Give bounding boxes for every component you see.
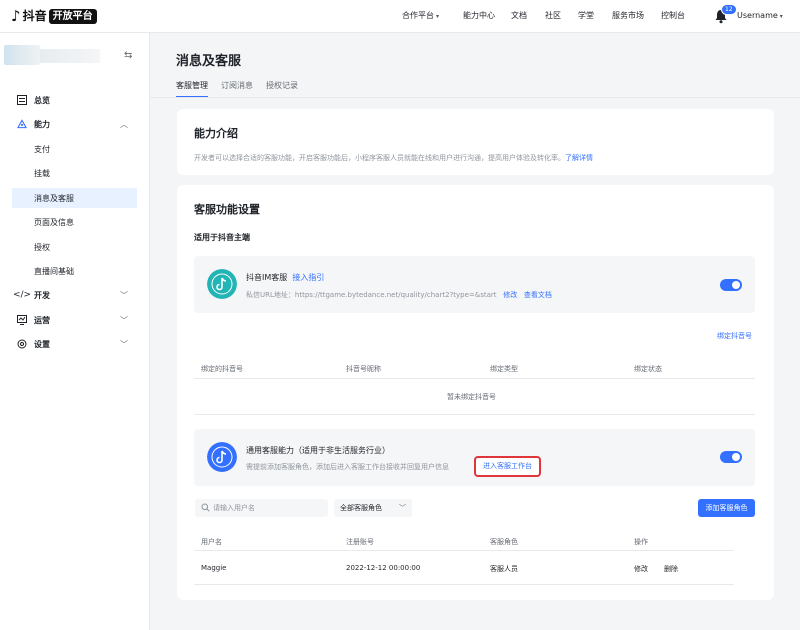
sidebar-item-overview[interactable]: 总览 — [0, 90, 150, 110]
tab-authorization-record[interactable]: 授权记录 — [266, 80, 298, 98]
delete-staff-link[interactable]: 删除 — [664, 564, 678, 574]
chevron-down-icon: ﹀ — [120, 290, 128, 300]
role-select[interactable]: 全部客服角色 ﹀ — [334, 499, 412, 517]
im-service-avatar — [207, 269, 237, 299]
view-docs-link[interactable]: 查看文档 — [524, 291, 552, 299]
table-cell-account: 2022-12-12 00:00:00 — [346, 564, 421, 572]
sidebar-subitem-payment[interactable]: 支付 — [12, 139, 137, 159]
search-input[interactable] — [213, 502, 323, 514]
logo[interactable]: ♪ 抖音 开放平台 — [11, 8, 97, 24]
tab-bar: 客服管理 订阅消息 授权记录 — [176, 80, 311, 98]
intro-desc: 开发者可以选择合适的客服功能，开启客服功能后，小程序客服人员就能在线和用户进行沟… — [194, 154, 593, 162]
edit-staff-link[interactable]: 修改 — [634, 564, 648, 574]
sidebar-item-ability[interactable]: 能力 ︿ — [0, 114, 150, 134]
chevron-down-icon: ﹀ — [120, 315, 128, 325]
intro-card — [177, 109, 774, 175]
logo-badge: 开放平台 — [48, 8, 97, 24]
table-cell-username: Maggie — [201, 564, 227, 572]
divider — [194, 378, 755, 379]
app-avatar-blurred — [4, 45, 40, 65]
nav-service-market[interactable]: 服务市场 — [612, 11, 644, 21]
ability-icon — [17, 119, 27, 129]
general-service-name: 通用客服能力（适用于非生活服务行业） — [246, 446, 390, 455]
sidebar: ⇆ 总览 能力 ︿ 支付 挂载 消息及客服 页面及信息 授权 直播间基础 </>… — [0, 33, 150, 630]
bind-table-header: 绑定类型 — [490, 365, 518, 373]
sidebar-subitem-authorization[interactable]: 授权 — [12, 237, 137, 257]
nav-console[interactable]: 控制台 — [661, 11, 685, 21]
learn-more-link[interactable]: 了解详情 — [565, 154, 593, 162]
staff-table-header: 操作 — [634, 538, 648, 546]
nav-academy[interactable]: 学堂 — [578, 11, 594, 21]
code-icon: </> — [12, 290, 32, 300]
im-url: 私信URL地址：https://ttgame.bytedance.net/qua… — [246, 291, 552, 299]
sidebar-subitem-page-info[interactable]: 页面及信息 — [12, 212, 137, 232]
nav-community[interactable]: 社区 — [545, 11, 561, 21]
tab-service-management[interactable]: 客服管理 — [176, 80, 208, 98]
nav-ability-center[interactable]: 能力中心 — [463, 11, 495, 21]
chevron-down-icon: ▾ — [779, 13, 783, 20]
settings-title: 客服功能设置 — [194, 203, 260, 216]
divider — [194, 414, 755, 415]
settings-subtitle: 适用于抖音主端 — [194, 233, 250, 242]
collapse-sidebar-icon[interactable]: ⇆ — [124, 50, 132, 61]
search-icon — [201, 503, 210, 512]
staff-table-header: 客服角色 — [490, 538, 518, 546]
page-title: 消息及客服 — [176, 54, 242, 69]
gear-icon — [17, 339, 27, 349]
chevron-down-icon: ﹀ — [120, 339, 128, 349]
general-service-avatar — [207, 442, 237, 472]
top-bar: ♪ 抖音 开放平台 合作平台 ▾ 能力中心 文档 社区 学堂 服务市场 控制台 1… — [0, 0, 800, 33]
tab-divider — [150, 97, 800, 98]
sidebar-item-operate[interactable]: 运营 ﹀ — [0, 310, 150, 330]
chevron-down-icon: ▾ — [436, 13, 440, 20]
chevron-down-icon: ﹀ — [399, 504, 406, 512]
staff-table-header: 注册账号 — [346, 538, 374, 546]
chevron-up-icon: ︿ — [120, 119, 128, 129]
bind-table-header: 绑定状态 — [634, 365, 662, 373]
divider — [194, 550, 734, 551]
user-menu[interactable]: Username ▾ — [737, 11, 783, 22]
overview-icon — [17, 95, 27, 105]
douyin-logo-icon: ♪ — [11, 7, 21, 25]
general-service-desc: 需提前添加客服角色，添加后进入客服工作台接收并回复用户信息 — [246, 463, 449, 471]
sidebar-item-settings[interactable]: 设置 ﹀ — [0, 334, 150, 354]
sidebar-subitem-mount[interactable]: 挂载 — [12, 163, 137, 183]
bind-douyin-link[interactable]: 绑定抖音号 — [717, 331, 752, 341]
notification-badge: 12 — [721, 4, 737, 15]
bind-table-header: 抖音号昵称 — [346, 365, 381, 373]
monitor-icon — [17, 315, 27, 325]
general-service-toggle[interactable] — [720, 451, 742, 463]
access-guide-link[interactable]: 接入指引 — [292, 273, 324, 282]
nav-cooperation[interactable]: 合作平台 ▾ — [402, 11, 439, 22]
tab-subscription-message[interactable]: 订阅消息 — [221, 80, 253, 98]
divider — [194, 584, 734, 585]
app-name-blurred — [40, 49, 100, 63]
enter-workbench-button[interactable]: 进入客服工作台 — [474, 456, 541, 477]
sidebar-subitem-live-basics[interactable]: 直播间基础 — [12, 261, 137, 281]
bind-table-empty: 暂未绑定抖音号 — [447, 393, 496, 401]
edit-url-link[interactable]: 修改 — [503, 291, 517, 299]
username-search[interactable] — [195, 499, 328, 517]
staff-table-header: 用户名 — [201, 538, 222, 546]
sidebar-subitem-message-service[interactable]: 消息及客服 — [12, 188, 137, 208]
nav-docs[interactable]: 文档 — [511, 11, 527, 21]
im-service-box — [194, 256, 755, 313]
intro-title: 能力介绍 — [194, 127, 238, 140]
sidebar-item-develop[interactable]: </> 开发 ﹀ — [0, 285, 150, 305]
logo-name: 抖音 — [22, 9, 47, 23]
im-service-name: 抖音IM客服 接入指引 — [246, 273, 325, 282]
add-service-role-button[interactable]: 添加客服角色 — [698, 499, 755, 517]
im-service-toggle[interactable] — [720, 279, 742, 291]
table-cell-role: 客服人员 — [490, 565, 518, 573]
bind-table-header: 绑定的抖音号 — [201, 365, 243, 373]
